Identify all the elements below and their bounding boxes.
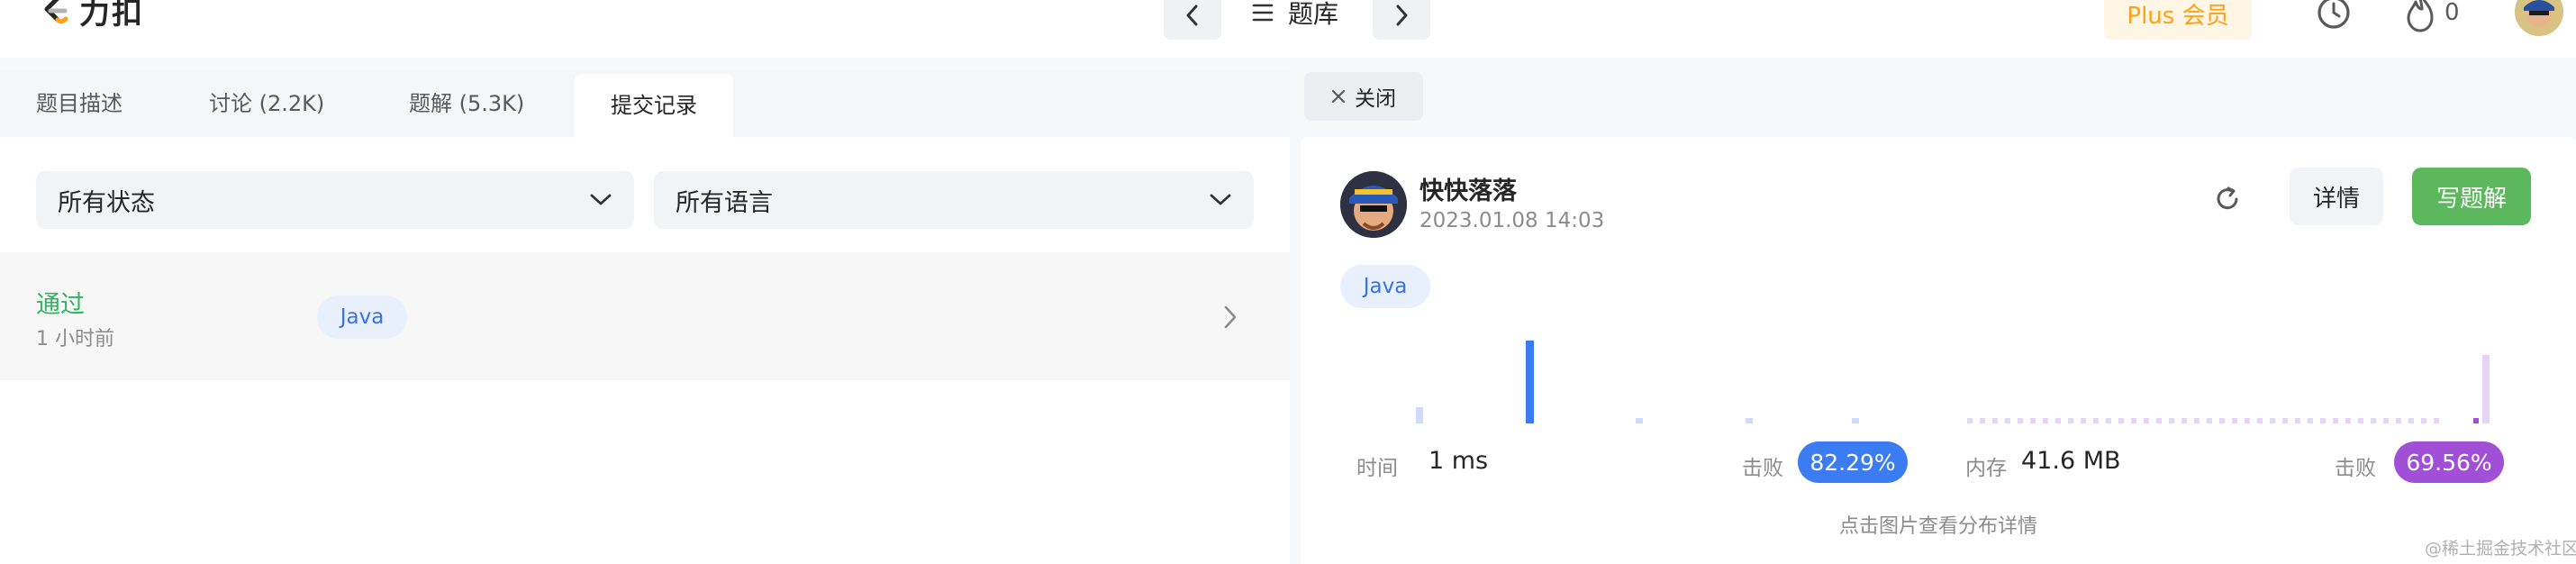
top-navigation-bar: 力扣 题库 Plus 会员 0 (0, 0, 2576, 58)
language-filter-value: 所有语言 (676, 188, 773, 217)
avatar-image-icon (1340, 171, 1407, 238)
tab-description[interactable]: 题目描述 (0, 70, 159, 137)
refresh-icon[interactable] (2212, 184, 2243, 214)
close-label: 关闭 (1355, 87, 1396, 111)
tab-solutions[interactable]: 题解 (5.3K) (373, 70, 560, 137)
runtime-bar (1746, 418, 1753, 423)
user-name: 快快落落 (1420, 177, 1517, 205)
detail-language-badge: Java (1340, 265, 1430, 308)
memory-beat-label: 击败 (2335, 457, 2376, 480)
status-filter-value: 所有状态 (58, 188, 155, 217)
memory-beat-badge: 69.56% (2394, 441, 2504, 483)
write-solution-label: 写题解 (2435, 185, 2507, 213)
plus-membership-button[interactable]: Plus 会员 (2104, 0, 2252, 40)
memory-bars (1967, 355, 2490, 423)
logo-text: 力扣 (79, 0, 144, 32)
runtime-bar (1526, 341, 1534, 423)
runtime-beat-label: 击败 (1742, 457, 1783, 480)
submission-row[interactable]: 通过 1 小时前 Java (0, 252, 1290, 380)
close-tab-button[interactable]: 关闭 (1304, 72, 1423, 121)
runtime-value: 1 ms (1429, 447, 1489, 475)
submission-language-label: Java (340, 305, 385, 329)
problem-list-button[interactable]: 题库 (1252, 0, 1338, 36)
submission-detail-card: 快快落落 2023.01.08 14:03 详情 写题解 Java 时间 1 m… (1301, 137, 2576, 564)
tab-discussion-label: 讨论 (2.2K) (209, 91, 325, 116)
submission-time: 1 小时前 (36, 328, 114, 350)
chevron-left-icon (1186, 5, 1198, 26)
watermark: @稀土掘金技术社区 (2425, 539, 2576, 559)
prev-problem-button[interactable] (1164, 0, 1221, 40)
streak-count: 0 (2444, 0, 2460, 26)
submission-language-badge: Java (317, 296, 407, 339)
alarm-clock-icon[interactable] (2315, 0, 2353, 34)
memory-value: 41.6 MB (2021, 447, 2121, 475)
tab-discussion[interactable]: 讨论 (2.2K) (173, 70, 360, 137)
chevron-right-icon (1396, 5, 1408, 26)
tab-solutions-label: 题解 (5.3K) (409, 91, 525, 116)
user-avatar-top[interactable] (2515, 0, 2563, 36)
flame-icon[interactable] (2403, 0, 2437, 34)
runtime-bar (1636, 418, 1643, 423)
chart-hint: 点击图片查看分布详情 (1838, 515, 2037, 538)
tab-bar: 题目描述 讨论 (2.2K) 题解 (5.3K) 提交记录 (0, 70, 1290, 137)
detail-language-label: Java (1363, 275, 1408, 298)
user-avatar (1340, 171, 1407, 238)
detail-button[interactable]: 详情 (2290, 168, 2383, 225)
write-solution-button[interactable]: 写题解 (2412, 168, 2531, 225)
language-filter-select[interactable]: 所有语言 (654, 171, 1254, 229)
close-icon (1331, 89, 1346, 104)
distribution-chart[interactable] (1301, 317, 2576, 425)
submission-date: 2023.01.08 14:03 (1420, 209, 1605, 232)
runtime-bar (1416, 407, 1423, 423)
memory-bar-current (2473, 418, 2479, 423)
menu-icon (1252, 4, 1274, 22)
memory-beat-value: 69.56% (2406, 449, 2492, 476)
memory-label: 内存 (1965, 457, 2007, 480)
left-panel: 题目描述 讨论 (2.2K) 题解 (5.3K) 提交记录 所有状态 所有语言 … (0, 70, 1290, 564)
runtime-label: 时间 (1356, 457, 1398, 480)
avatar-image-icon (2515, 0, 2563, 36)
submission-status: 通过 (36, 291, 85, 319)
chevron-right-icon (1224, 305, 1237, 329)
detail-button-label: 详情 (2312, 185, 2360, 213)
next-problem-button[interactable] (1373, 0, 1430, 40)
tab-description-label: 题目描述 (36, 91, 122, 116)
tab-submissions-label: 提交记录 (611, 93, 697, 118)
tab-submissions[interactable]: 提交记录 (575, 74, 733, 137)
right-panel: 关闭 快快落落 2023.01.08 14:03 详情 写题解 Java 时间 … (1301, 70, 2576, 564)
leetcode-logo-icon (44, 0, 68, 24)
leetcode-logo[interactable]: 力扣 (36, 0, 144, 32)
chevron-down-icon (1210, 194, 1231, 205)
plus-label: Plus 会员 (2127, 2, 2229, 30)
problem-list-label: 题库 (1288, 0, 1339, 29)
status-filter-select[interactable]: 所有状态 (36, 171, 634, 229)
runtime-beat-badge: 82.29% (1798, 441, 1908, 483)
chevron-down-icon (590, 194, 612, 205)
runtime-beat-value: 82.29% (1810, 449, 1896, 476)
runtime-bar (1852, 418, 1859, 423)
